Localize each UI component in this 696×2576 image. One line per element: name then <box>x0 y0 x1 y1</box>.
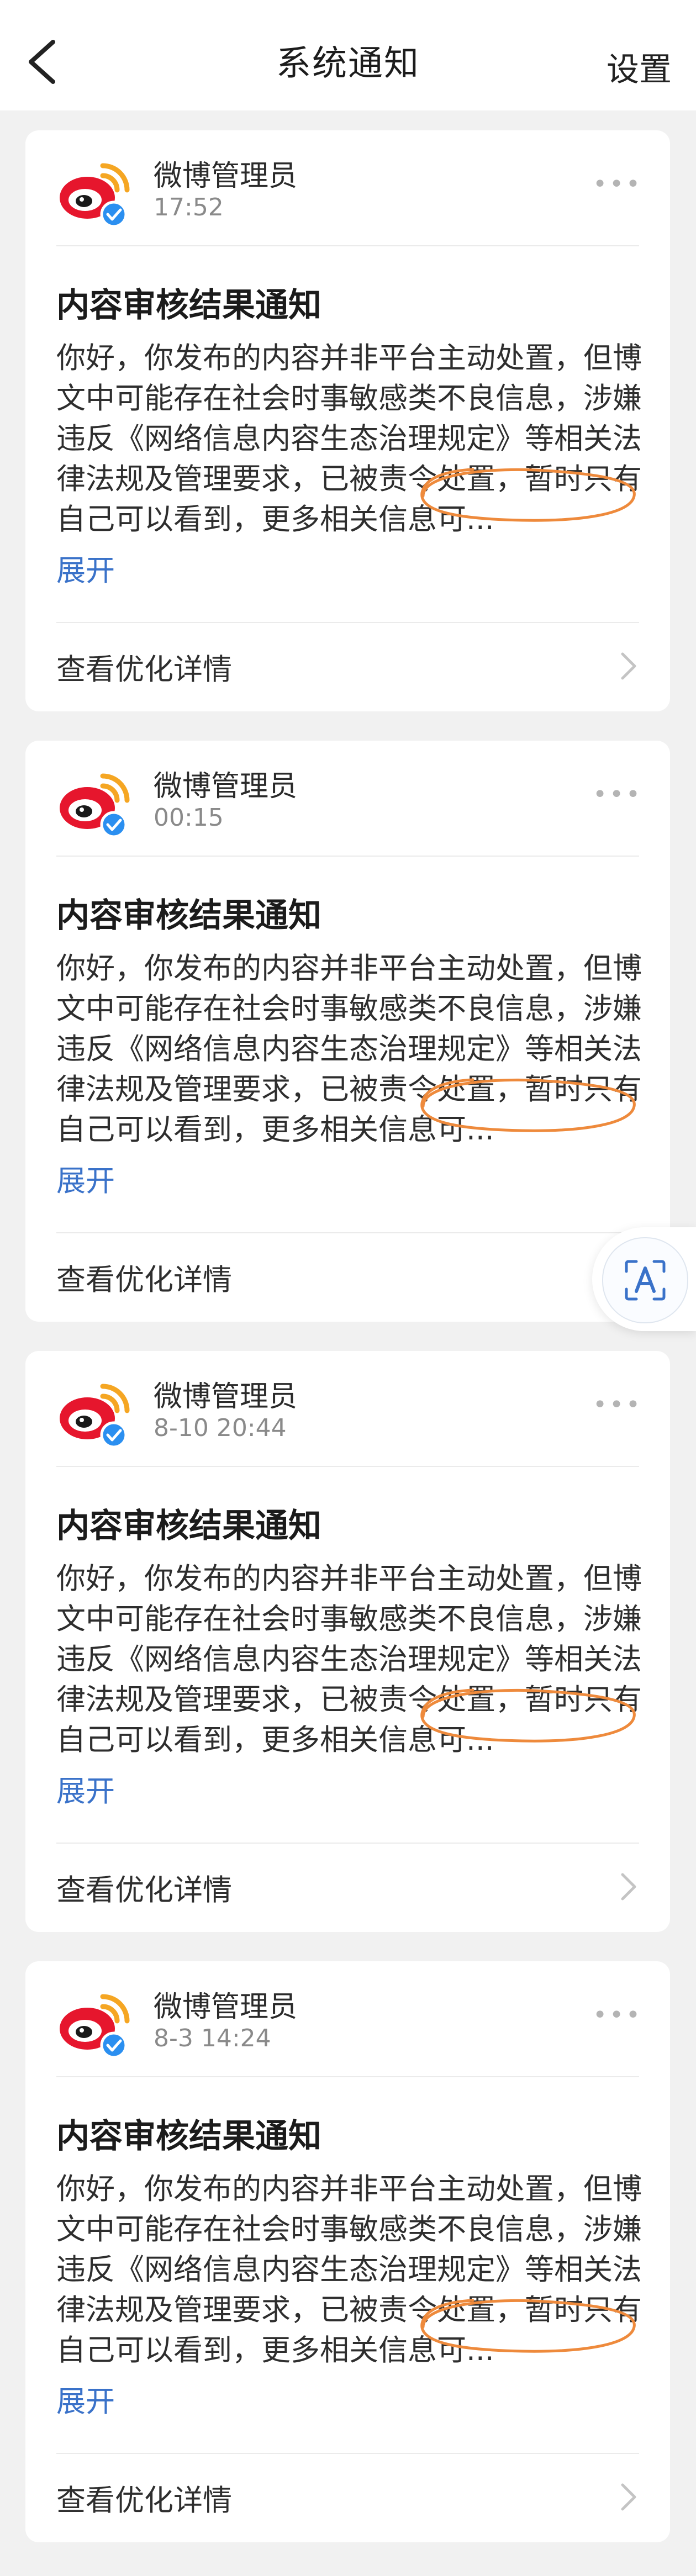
notification-card: 微博管理员 00:15 ••• 内容审核结果通知 你好，你发布的内容并非平台主动… <box>25 741 670 1322</box>
floating-action-inner <box>602 1237 688 1323</box>
sender-name: 微博管理员 <box>154 160 298 193</box>
avatar[interactable] <box>56 159 130 229</box>
weibo-logo-icon <box>60 1994 130 2059</box>
chevron-right-icon <box>619 1871 638 1902</box>
notification-title: 内容审核结果通知 <box>56 896 321 935</box>
view-details-row[interactable]: 查看优化详情 <box>25 622 670 711</box>
notification-card: 微博管理员 8-10 20:44 ••• 内容审核结果通知 你好，你发布的内容并… <box>25 1351 670 1932</box>
chevron-right-icon <box>619 2482 638 2512</box>
avatar[interactable] <box>56 1380 130 1449</box>
view-details-label: 查看优化详情 <box>56 653 232 687</box>
verified-badge-icon <box>100 1421 128 1449</box>
floating-action-button[interactable] <box>592 1227 696 1331</box>
verified-badge-icon <box>100 200 128 228</box>
notification-body: 你好，你发布的内容并非平台主动处置，但博文中可能存在社会时事敏感类不良信息，涉嫌… <box>56 341 642 536</box>
divider <box>56 245 639 246</box>
notification-title: 内容审核结果通知 <box>56 1507 321 1545</box>
view-details-label: 查看优化详情 <box>56 1873 232 1907</box>
view-details-row[interactable]: 查看优化详情 <box>25 1843 670 1932</box>
more-dots-icon[interactable]: ••• <box>593 1391 642 1419</box>
verified-badge-icon <box>100 811 128 838</box>
page-title: 系统通知 <box>276 43 420 83</box>
chevron-right-icon <box>619 651 638 682</box>
divider <box>56 2076 639 2077</box>
more-dots-icon[interactable]: ••• <box>593 780 642 809</box>
timestamp: 8-3 14:24 <box>154 2024 271 2052</box>
timestamp: 00:15 <box>154 804 224 832</box>
timestamp: 8-10 20:44 <box>154 1414 287 1442</box>
verified-badge-icon <box>100 2031 128 2059</box>
expand-link[interactable]: 展开 <box>56 2378 115 2420</box>
weibo-logo-icon <box>60 163 130 228</box>
sender-name: 微博管理员 <box>154 770 298 803</box>
notification-body: 你好，你发布的内容并非平台主动处置，但博文中可能存在社会时事敏感类不良信息，涉嫌… <box>56 2172 642 2367</box>
notification-title: 内容审核结果通知 <box>56 286 321 325</box>
divider <box>56 1466 639 1467</box>
settings-button[interactable]: 设置 <box>607 43 672 90</box>
weibo-logo-icon <box>60 1384 130 1449</box>
notification-body: 你好，你发布的内容并非平台主动处置，但博文中可能存在社会时事敏感类不良信息，涉嫌… <box>56 1562 642 1757</box>
timestamp: 17:52 <box>154 193 224 221</box>
weibo-logo-icon <box>60 773 130 838</box>
notification-title: 内容审核结果通知 <box>56 2117 321 2156</box>
avatar[interactable] <box>56 1990 130 2060</box>
expand-link[interactable]: 展开 <box>56 547 115 589</box>
notification-card: 微博管理员 8-3 14:24 ••• 内容审核结果通知 你好，你发布的内容并非… <box>25 1961 670 2542</box>
sender-name: 微博管理员 <box>154 1380 298 1413</box>
divider <box>56 856 639 857</box>
avatar[interactable] <box>56 769 130 839</box>
top-bar: 系统通知 设置 <box>0 0 696 110</box>
sender-name: 微博管理员 <box>154 1991 298 2024</box>
view-details-row[interactable]: 查看优化详情 <box>25 1232 670 1322</box>
text-recognition-icon <box>625 1260 666 1301</box>
view-details-label: 查看优化详情 <box>56 1263 232 1297</box>
view-details-label: 查看优化详情 <box>56 2484 232 2517</box>
expand-link[interactable]: 展开 <box>56 1768 115 1810</box>
notification-body: 你好，你发布的内容并非平台主动处置，但博文中可能存在社会时事敏感类不良信息，涉嫌… <box>56 952 642 1147</box>
more-dots-icon[interactable]: ••• <box>593 2001 642 2029</box>
more-dots-icon[interactable]: ••• <box>593 170 642 198</box>
notification-card: 微博管理员 17:52 ••• 内容审核结果通知 你好，你发布的内容并非平台主动… <box>25 130 670 711</box>
expand-link[interactable]: 展开 <box>56 1158 115 1200</box>
view-details-row[interactable]: 查看优化详情 <box>25 2453 670 2542</box>
